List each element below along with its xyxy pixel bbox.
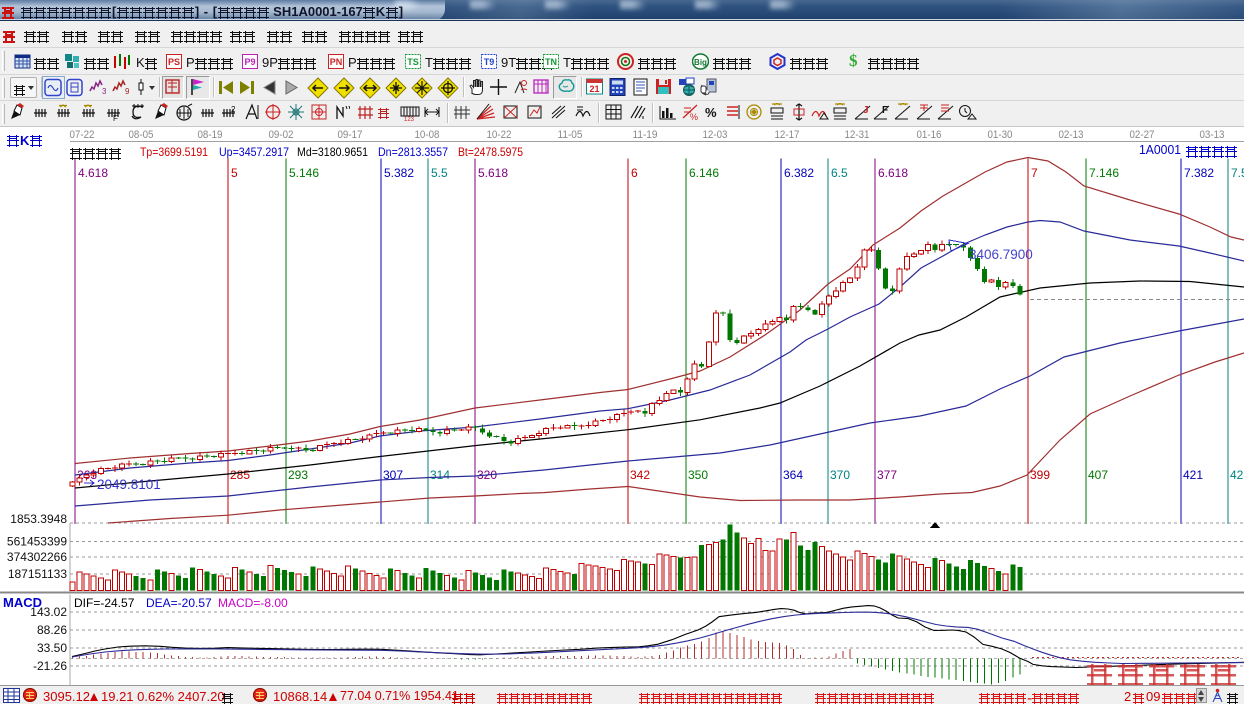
svg-text:5.382: 5.382 [384, 166, 414, 180]
svg-text:01-30: 01-30 [988, 129, 1013, 141]
svg-text:143.02: 143.02 [30, 605, 67, 619]
svg-text:Bt=2478.5975: Bt=2478.5975 [458, 145, 523, 159]
svg-text:6.382: 6.382 [784, 166, 814, 180]
svg-text:12-31: 12-31 [845, 129, 870, 141]
svg-text:J: J [863, 105, 869, 116]
svg-text:07-22: 07-22 [70, 129, 95, 141]
svg-text:377: 377 [877, 468, 897, 482]
svg-text:7: 7 [1031, 166, 1038, 180]
svg-text:08-19: 08-19 [198, 129, 223, 141]
svg-text:407: 407 [1088, 468, 1108, 482]
svg-text:88.26: 88.26 [37, 623, 67, 637]
svg-text:5: 5 [231, 166, 238, 180]
svg-text:PS: PS [168, 57, 180, 67]
svg-text:1A0001: 1A0001 [1139, 142, 1181, 157]
svg-text:Big: Big [694, 58, 707, 67]
svg-text:P9: P9 [244, 57, 255, 67]
svg-text:09-02: 09-02 [269, 129, 294, 141]
svg-text:DIF=-24.57: DIF=-24.57 [74, 596, 135, 610]
svg-text:9: 9 [125, 87, 129, 96]
svg-text:Up=3457.2917: Up=3457.2917 [219, 145, 289, 159]
svg-text:21: 21 [589, 84, 599, 94]
svg-text:6.618: 6.618 [878, 166, 908, 180]
svg-text:33.50: 33.50 [37, 641, 67, 655]
svg-text:-21.26: -21.26 [33, 659, 67, 673]
svg-text:350: 350 [688, 468, 708, 482]
svg-text:6.5: 6.5 [831, 166, 848, 180]
svg-text:10-08: 10-08 [415, 129, 440, 141]
svg-text:2: 2 [231, 105, 236, 114]
svg-text:374302266: 374302266 [7, 550, 67, 564]
svg-text:TN: TN [545, 57, 557, 67]
svg-text:02-13: 02-13 [1059, 129, 1084, 141]
svg-text:Tp=3699.5191: Tp=3699.5191 [140, 145, 208, 159]
svg-text:11-05: 11-05 [558, 129, 583, 141]
svg-text:11-19: 11-19 [633, 129, 658, 141]
svg-text:428: 428 [1230, 468, 1244, 482]
svg-text:08-05: 08-05 [129, 129, 154, 141]
svg-text:F: F [113, 114, 118, 122]
svg-text:TS: TS [407, 57, 419, 67]
svg-text:F: F [882, 105, 888, 116]
svg-text:3: 3 [102, 87, 106, 96]
svg-text:285: 285 [230, 468, 250, 482]
svg-text:421: 421 [1183, 468, 1203, 482]
svg-text:12-03: 12-03 [703, 129, 728, 141]
svg-text:342: 342 [630, 468, 650, 482]
svg-text:Dn=2813.3557: Dn=2813.3557 [378, 145, 448, 159]
svg-text:123: 123 [404, 117, 415, 122]
svg-text:293: 293 [288, 468, 308, 482]
svg-text:364: 364 [783, 468, 803, 482]
svg-text:02-27: 02-27 [1130, 129, 1155, 141]
svg-text:7.382: 7.382 [1184, 166, 1214, 180]
svg-text:5.146: 5.146 [289, 166, 319, 180]
svg-text:2049.8101: 2049.8101 [97, 477, 161, 492]
svg-text:6: 6 [631, 166, 638, 180]
svg-text:T9: T9 [484, 57, 495, 67]
svg-text:5.618: 5.618 [478, 166, 508, 180]
svg-text:%: % [690, 112, 698, 122]
svg-text:09-17: 09-17 [338, 129, 363, 141]
svg-text:10-22: 10-22 [487, 129, 512, 141]
svg-text:399: 399 [1030, 468, 1050, 482]
svg-text:PN: PN [330, 57, 343, 67]
svg-text:370: 370 [830, 468, 850, 482]
svg-text:03-13: 03-13 [1200, 129, 1225, 141]
svg-text:5.5: 5.5 [431, 166, 448, 180]
svg-text:3406.7900: 3406.7900 [969, 247, 1033, 262]
svg-text:7.5: 7.5 [1231, 166, 1244, 180]
svg-text:01-16: 01-16 [917, 129, 942, 141]
svg-text:DEA=-20.57: DEA=-20.57 [146, 596, 212, 610]
svg-text:4.618: 4.618 [78, 166, 108, 180]
svg-text:561453399: 561453399 [7, 535, 67, 549]
svg-text:7.146: 7.146 [1089, 166, 1119, 180]
svg-text:12-17: 12-17 [775, 129, 800, 141]
svg-text:314: 314 [430, 468, 450, 482]
svg-text:187151133: 187151133 [8, 567, 68, 581]
svg-text:Md=3180.9651: Md=3180.9651 [297, 145, 368, 159]
svg-text:6.146: 6.146 [689, 166, 719, 180]
svg-text:MACD=-8.00: MACD=-8.00 [218, 596, 288, 610]
svg-text:1853.3948: 1853.3948 [10, 512, 67, 526]
